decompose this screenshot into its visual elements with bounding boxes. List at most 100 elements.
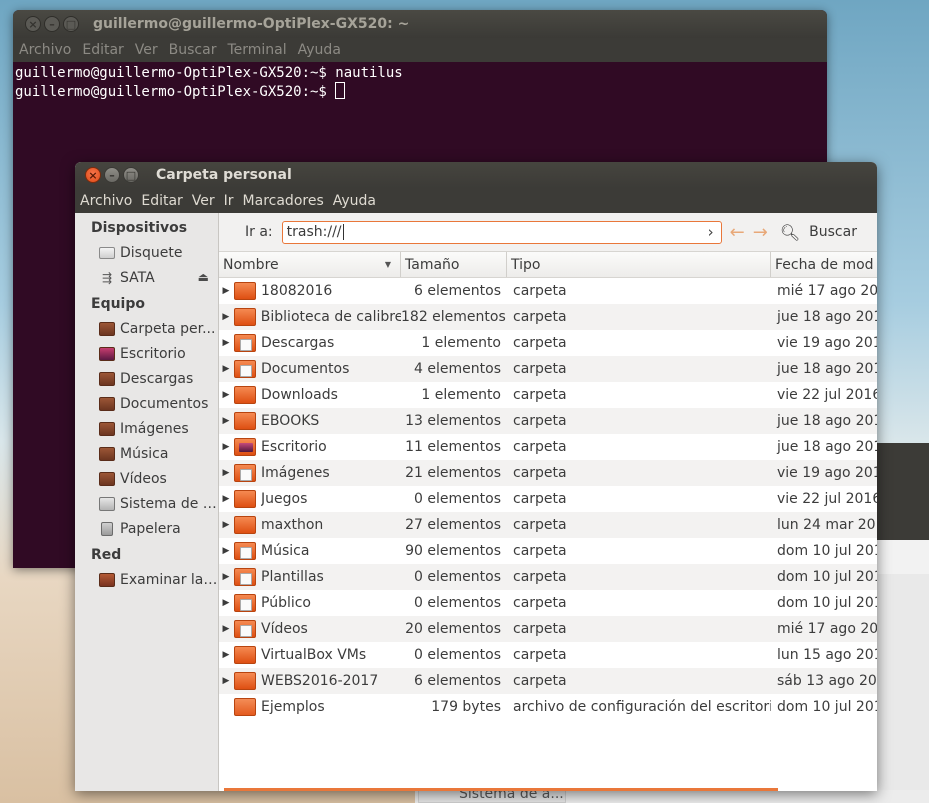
horizontal-scrollbar[interactable] <box>224 788 778 791</box>
music-folder-icon <box>234 542 256 560</box>
sidebar-item-home[interactable]: Carpeta per... <box>75 316 218 341</box>
background-window-fragment <box>877 574 929 803</box>
minimize-icon[interactable]: – <box>104 167 120 183</box>
file-date: dom 10 jul 201 <box>777 569 877 585</box>
sidebar-item-sata[interactable]: ⇶ SATA ⏏ <box>75 265 218 290</box>
sidebar-item-filesystem[interactable]: Sistema de a... <box>75 491 218 516</box>
file-list: ▶ 18082016 6 elementos carpeta mié 17 ago… <box>219 278 877 791</box>
table-row[interactable]: ▶ 18082016 6 elementos carpeta mié 17 ago… <box>219 278 877 304</box>
column-header-size[interactable]: Tamaño <box>401 252 507 277</box>
sidebar-item-musica[interactable]: Música <box>75 441 218 466</box>
sidebar-item-label: Carpeta per... <box>120 320 216 337</box>
table-row[interactable]: ▶ VirtualBox VMs 0 elementos carpeta lun … <box>219 642 877 668</box>
maximize-icon[interactable]: □ <box>123 167 139 183</box>
column-header-type[interactable]: Tipo <box>507 252 771 277</box>
expand-triangle-icon[interactable]: ▶ <box>219 676 233 686</box>
expand-triangle-icon[interactable]: ▶ <box>219 598 233 608</box>
expand-triangle-icon[interactable]: ▶ <box>219 494 233 504</box>
file-name: Música <box>261 543 310 559</box>
file-type: carpeta <box>513 335 567 351</box>
file-manager-titlebar[interactable]: × – □ Carpeta personal <box>75 162 877 188</box>
terminal-menu-ayuda[interactable]: Ayuda <box>298 42 341 58</box>
close-icon[interactable]: × <box>25 16 41 32</box>
file-type: carpeta <box>513 439 567 455</box>
table-row[interactable]: ▶ Imágenes 21 elementos carpeta vie 19 ag… <box>219 460 877 486</box>
expand-triangle-icon[interactable]: ▶ <box>219 650 233 660</box>
table-row[interactable]: ▶ Vídeos 20 elementos carpeta mié 17 ago … <box>219 616 877 642</box>
file-date: lun 24 mar 201 <box>777 517 877 533</box>
sidebar-item-documentos[interactable]: Documentos <box>75 391 218 416</box>
sidebar-item-imagenes[interactable]: Imágenes <box>75 416 218 441</box>
menu-ver[interactable]: Ver <box>192 193 215 209</box>
menu-marcadores[interactable]: Marcadores <box>243 193 324 209</box>
expand-triangle-icon[interactable]: ▶ <box>219 390 233 400</box>
menu-archivo[interactable]: Archivo <box>80 193 132 209</box>
table-row[interactable]: ▶ Plantillas 0 elementos carpeta dom 10 j… <box>219 564 877 590</box>
maximize-icon[interactable]: □ <box>63 16 79 32</box>
expand-triangle-icon[interactable]: ▶ <box>219 572 233 582</box>
close-icon[interactable]: × <box>85 167 101 183</box>
sidebar-item-descargas[interactable]: Descargas <box>75 366 218 391</box>
file-name: Público <box>261 595 311 611</box>
expand-triangle-icon[interactable]: ▶ <box>219 546 233 556</box>
table-row[interactable]: ▶ maxthon 27 elementos carpeta lun 24 mar… <box>219 512 877 538</box>
terminal-menu-buscar[interactable]: Buscar <box>169 42 217 58</box>
menu-ayuda[interactable]: Ayuda <box>333 193 376 209</box>
documents-folder-icon <box>99 396 115 411</box>
go-arrow-icon[interactable]: › <box>708 223 714 241</box>
file-size: 6 elementos <box>414 673 501 689</box>
background-window-fragment <box>877 540 929 574</box>
sidebar-item-escritorio[interactable]: Escritorio <box>75 341 218 366</box>
file-size: 21 elementos <box>405 465 501 481</box>
table-row[interactable]: ▶ Público 0 elementos carpeta dom 10 jul … <box>219 590 877 616</box>
file-size: 6 elementos <box>414 283 501 299</box>
expand-triangle-icon[interactable]: ▶ <box>219 416 233 426</box>
column-header-name[interactable]: Nombre ▼ <box>219 252 401 277</box>
eject-icon[interactable]: ⏏ <box>198 270 209 284</box>
table-row[interactable]: ▶ Descargas 1 elemento carpeta vie 19 ago… <box>219 330 877 356</box>
table-row[interactable]: ▶ WEBS2016-2017 6 elementos carpeta sáb 1… <box>219 668 877 694</box>
table-row[interactable]: ▶ Documentos 4 elementos carpeta jue 18 a… <box>219 356 877 382</box>
sidebar-item-papelera[interactable]: Papelera <box>75 516 218 541</box>
column-header-date[interactable]: Fecha de mod <box>771 252 877 277</box>
table-row[interactable]: ▶ Downloads 1 elemento carpeta vie 22 jul… <box>219 382 877 408</box>
file-manager-window[interactable]: × – □ Carpeta personal Archivo Editar Ve… <box>75 162 877 791</box>
terminal-menu-ver[interactable]: Ver <box>135 42 158 58</box>
table-row[interactable]: ▶ EBOOKS 13 elementos carpeta jue 18 ago … <box>219 408 877 434</box>
table-row[interactable]: ▶ Escritorio 11 elementos carpeta jue 18 … <box>219 434 877 460</box>
expand-triangle-icon[interactable]: ▶ <box>219 624 233 634</box>
file-name: Downloads <box>261 387 338 403</box>
sidebar-item-disquete[interactable]: Disquete <box>75 240 218 265</box>
expand-triangle-icon[interactable]: ▶ <box>219 520 233 530</box>
table-row[interactable]: ▶ Música 90 elementos carpeta dom 10 jul … <box>219 538 877 564</box>
back-arrow-icon[interactable]: ← <box>730 222 745 243</box>
sidebar-item-label: Descargas <box>120 370 194 387</box>
terminal-menu-archivo[interactable]: Archivo <box>19 42 71 58</box>
sidebar-item-videos[interactable]: Vídeos <box>75 466 218 491</box>
file-manager-menubar: Archivo Editar Ver Ir Marcadores Ayuda <box>75 188 877 213</box>
expand-triangle-icon[interactable]: ▶ <box>219 338 233 348</box>
terminal-menu-editar[interactable]: Editar <box>82 42 123 58</box>
expand-triangle-icon[interactable]: ▶ <box>219 286 233 296</box>
menu-ir[interactable]: Ir <box>224 193 234 209</box>
expand-triangle-icon[interactable]: ▶ <box>219 468 233 478</box>
table-row[interactable]: ▶Ejemplos 179 bytes archivo de configura… <box>219 694 877 720</box>
file-size: 179 bytes <box>431 699 501 715</box>
sidebar-item-examinar-red[interactable]: Examinar la ... <box>75 567 218 592</box>
file-type: carpeta <box>513 309 567 325</box>
expand-triangle-icon[interactable]: ▶ <box>219 442 233 452</box>
search-button[interactable]: 🔍︎ Buscar <box>780 223 857 242</box>
terminal-titlebar[interactable]: × – □ guillermo@guillermo-OptiPlex-GX520… <box>13 10 827 38</box>
search-icon: 🔍︎ <box>779 222 801 242</box>
search-label: Buscar <box>809 224 857 240</box>
terminal-output[interactable]: guillermo@guillermo-OptiPlex-GX520:~$ na… <box>13 62 827 103</box>
menu-editar[interactable]: Editar <box>141 193 182 209</box>
minimize-icon[interactable]: – <box>44 16 60 32</box>
forward-arrow-icon[interactable]: → <box>753 222 768 243</box>
table-row[interactable]: ▶ Juegos 0 elementos carpeta vie 22 jul 2… <box>219 486 877 512</box>
expand-triangle-icon[interactable]: ▶ <box>219 312 233 322</box>
table-row[interactable]: ▶ Biblioteca de calibre 182 elementos car… <box>219 304 877 330</box>
location-input[interactable]: trash:/// › <box>281 220 722 244</box>
expand-triangle-icon[interactable]: ▶ <box>219 364 233 374</box>
terminal-menu-terminal[interactable]: Terminal <box>227 42 286 58</box>
